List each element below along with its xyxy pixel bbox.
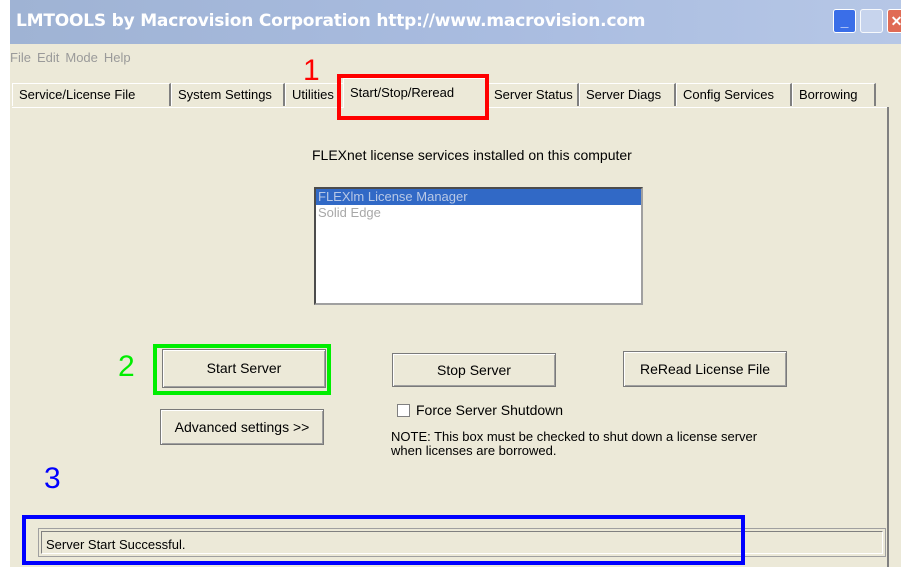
menu-edit[interactable]: Edit — [37, 50, 65, 72]
status-bar: Server Start Successful. — [38, 528, 886, 557]
tab-start-stop-reread[interactable]: Start/Stop/Reread — [343, 78, 487, 108]
list-item[interactable]: Solid Edge — [316, 205, 641, 221]
annotation-number-3: 3 — [44, 462, 61, 495]
tab-config-services[interactable]: Config Services — [676, 83, 792, 106]
window-title: LMTOOLS by Macrovision Corporation http:… — [16, 11, 646, 31]
tab-panel-right-edge — [887, 107, 889, 567]
note-line-2: when licenses are borrowed. — [391, 443, 557, 458]
menu-bar: File Edit Mode Help — [10, 50, 137, 72]
maximize-icon[interactable] — [860, 9, 883, 33]
tab-system-settings[interactable]: System Settings — [171, 83, 285, 106]
services-listbox[interactable]: FLEXlm License Manager Solid Edge — [314, 187, 643, 305]
tab-server-diags[interactable]: Server Diags — [579, 83, 676, 106]
force-shutdown-label: Force Server Shutdown — [416, 402, 564, 418]
close-icon[interactable]: ✕ — [887, 9, 901, 33]
list-item[interactable]: FLEXlm License Manager — [316, 189, 641, 205]
tab-server-status[interactable]: Server Status — [487, 83, 579, 106]
reread-license-button[interactable]: ReRead License File — [623, 351, 787, 387]
annotation-number-1: 1 — [303, 54, 320, 87]
annotation-number-2: 2 — [118, 350, 135, 383]
force-shutdown-checkbox[interactable] — [397, 404, 410, 417]
stop-server-button[interactable]: Stop Server — [392, 353, 556, 387]
note-text: NOTE: This box must be checked to shut d… — [391, 430, 757, 458]
menu-help[interactable]: Help — [104, 50, 137, 72]
tab-service-license-file[interactable]: Service/License File — [12, 83, 171, 106]
menu-mode[interactable]: Mode — [65, 50, 104, 72]
tab-borrowing[interactable]: Borrowing — [792, 83, 876, 106]
note-line-1: NOTE: This box must be checked to shut d… — [391, 429, 758, 444]
title-bar[interactable]: LMTOOLS by Macrovision Corporation http:… — [10, 0, 901, 44]
menu-file[interactable]: File — [10, 50, 37, 72]
advanced-settings-button[interactable]: Advanced settings >> — [160, 409, 324, 445]
status-text: Server Start Successful. — [41, 531, 883, 554]
lmtools-window: LMTOOLS by Macrovision Corporation http:… — [10, 0, 901, 567]
start-server-button[interactable]: Start Server — [162, 349, 326, 388]
services-label: FLEXnet license services installed on th… — [312, 147, 632, 163]
minimize-icon[interactable]: _ — [833, 9, 856, 33]
